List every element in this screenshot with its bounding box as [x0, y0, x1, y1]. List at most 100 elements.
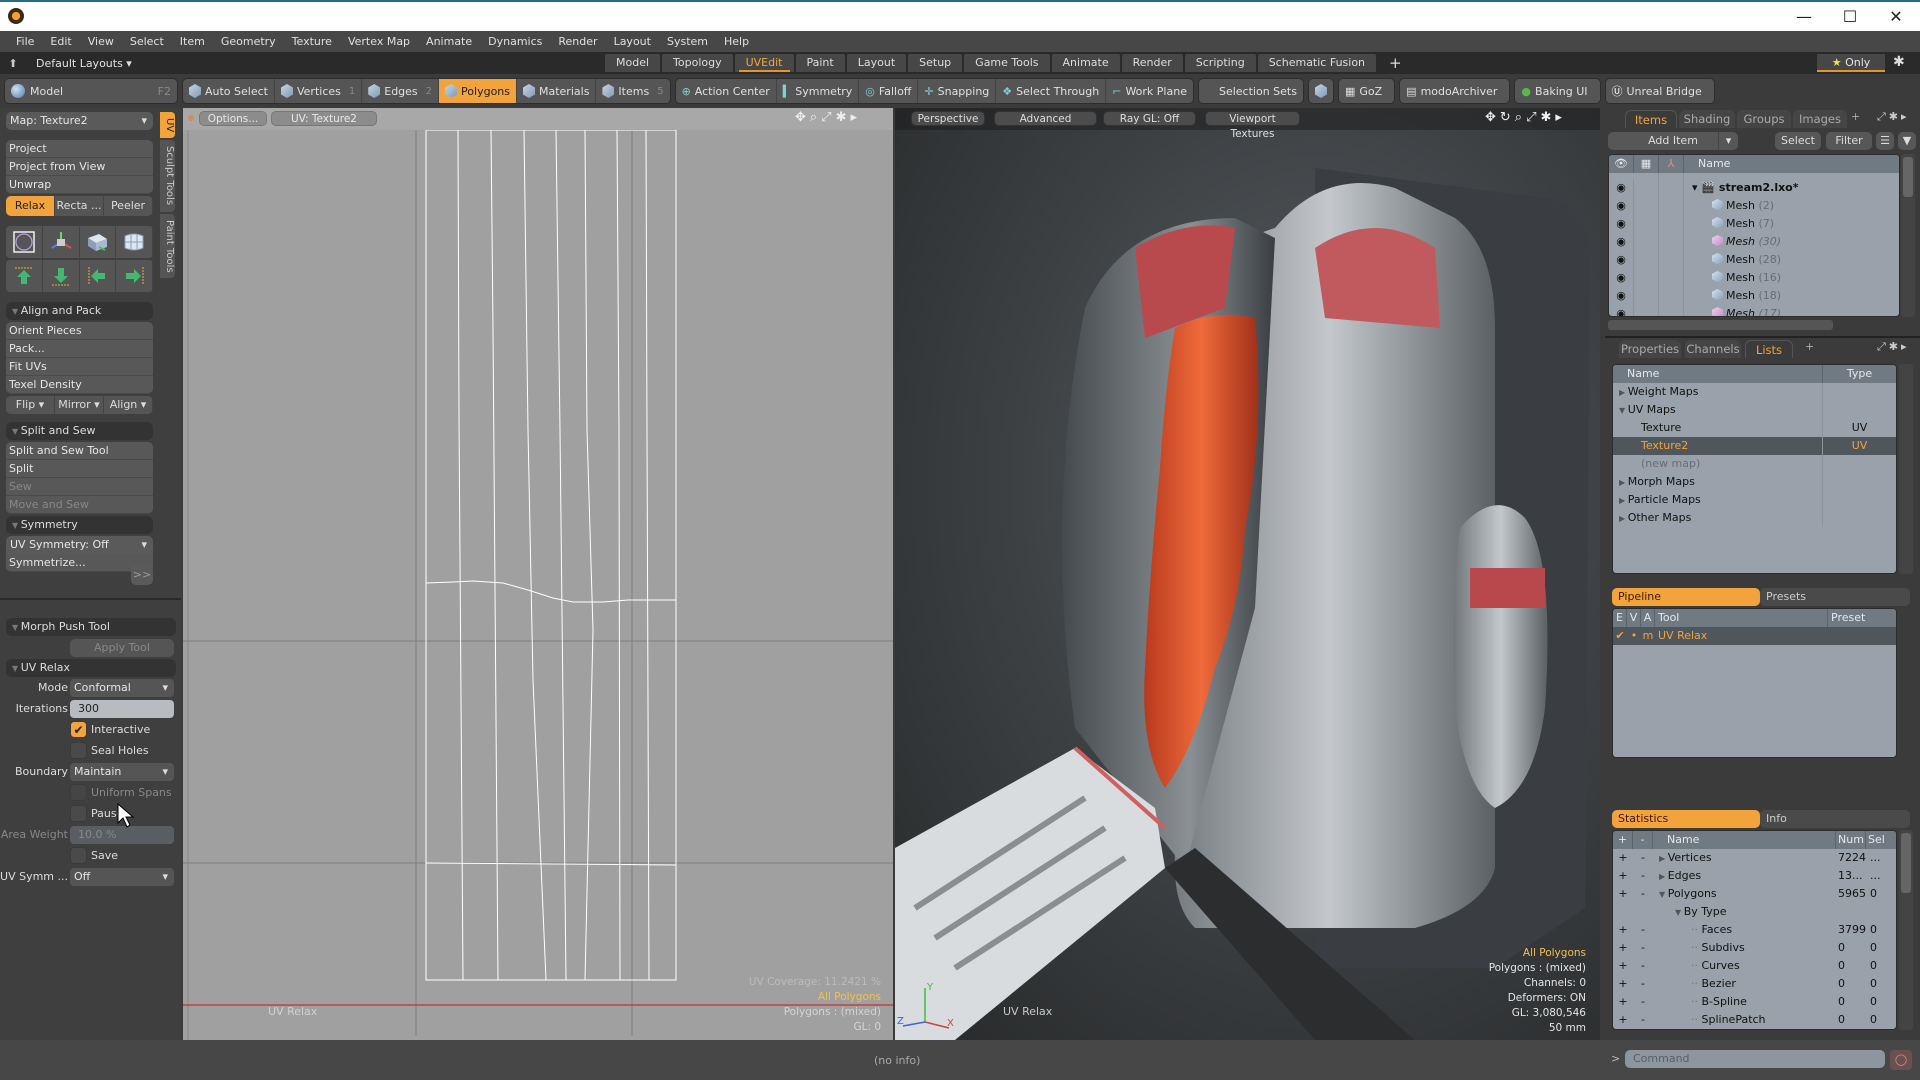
add-to-selection-button[interactable]: + — [1613, 1011, 1633, 1029]
add-layout-tab-button[interactable]: + — [1378, 54, 1413, 72]
uv-unwrap-tool[interactable] — [80, 226, 117, 258]
visibility-eye-icon[interactable]: ◉ — [1609, 305, 1634, 316]
col-tool[interactable]: Tool — [1655, 609, 1828, 627]
add-to-selection-button[interactable]: + — [1613, 993, 1633, 1011]
menu-layout[interactable]: Layout — [606, 35, 659, 48]
vertex-map-row[interactable]: Texture2 UV — [1613, 437, 1896, 455]
command-input[interactable]: Command — [1625, 1050, 1885, 1068]
shader-cube-button[interactable] — [1309, 79, 1333, 103]
action-center-button[interactable]: ⊕ Action Center — [676, 79, 777, 103]
remove-from-selection-button[interactable]: - — [1633, 939, 1653, 957]
collapse-arrow-icon[interactable]: ▼ — [1659, 890, 1668, 899]
vertex-map-row[interactable]: ▶ Particle Maps — [1613, 491, 1896, 509]
expand-arrow-icon[interactable]: ▶ — [1659, 854, 1668, 863]
unwrap-button[interactable]: Unwrap — [6, 176, 153, 194]
tab-lists[interactable]: Lists — [1745, 340, 1793, 358]
layout-tab-scripting[interactable]: Scripting — [1184, 54, 1256, 72]
statistics-row[interactable]: + - ·· SplinePatch 0 0 — [1613, 1011, 1896, 1029]
materials-mode-button[interactable]: Materials — [517, 79, 597, 103]
flip-dropdown[interactable]: Flip ▾ — [6, 396, 55, 414]
viewport-nav-icons[interactable]: ✥⌕⤢✱▸ — [795, 110, 861, 125]
mode-dropdown[interactable]: Conformal — [70, 679, 174, 697]
tab-channels[interactable]: Channels — [1685, 340, 1741, 358]
add-to-selection-button[interactable]: + — [1613, 921, 1633, 939]
vertex-map-row[interactable]: ▶ Morph Maps — [1613, 473, 1896, 491]
statistics-row[interactable]: + - ·· B-Spline 0 0 — [1613, 993, 1896, 1011]
statistics-row[interactable]: + - ▼ Polygons 5965 0 — [1613, 885, 1896, 903]
3d-viewport[interactable]: Y Z X Perspective Advanced Ray GL: Off V… — [895, 108, 1600, 1040]
layout-tab-layout[interactable]: Layout — [846, 54, 907, 72]
tab-images[interactable]: Images — [1793, 110, 1847, 128]
remove-from-selection-button[interactable]: - — [1633, 885, 1653, 903]
apply-tool-button[interactable]: Apply Tool — [70, 639, 174, 657]
col-sel[interactable]: Sel — [1866, 831, 1896, 849]
pause-checkbox[interactable] — [70, 805, 87, 822]
add-to-selection-button[interactable]: + — [1613, 939, 1633, 957]
snapping-button[interactable]: ✛ Snapping — [918, 79, 997, 103]
tab-info[interactable]: Info — [1760, 810, 1910, 828]
items-mode-button[interactable]: Items 5 — [596, 79, 669, 103]
layout-tab-render[interactable]: Render — [1121, 54, 1183, 72]
move-and-sew-button[interactable]: Move and Sew — [6, 496, 153, 514]
remove-from-selection-button[interactable]: - — [1633, 921, 1653, 939]
modoarchiver-button[interactable]: ▤ modoArchiver — [1400, 79, 1509, 103]
name-column-header[interactable]: Name — [1613, 365, 1823, 383]
remove-from-selection-button[interactable]: - — [1633, 867, 1653, 885]
options-button[interactable]: Options... — [199, 111, 267, 126]
texel-density-button[interactable]: Texel Density — [6, 376, 153, 394]
remove-from-selection-button[interactable]: - — [1633, 993, 1653, 1011]
expand-arrow-icon[interactable]: ▶ — [1619, 478, 1628, 487]
vertex-map-row[interactable]: ▼ UV Maps — [1613, 401, 1896, 419]
expand-arrow-icon[interactable]: ▶ — [1619, 388, 1628, 397]
expand-arrow-icon[interactable]: ▶ — [1619, 496, 1628, 505]
mesh-item-row[interactable]: ◉ Mesh (16) — [1609, 263, 1899, 287]
close-button[interactable]: ✕ — [1873, 2, 1919, 31]
tab-shading[interactable]: Shading — [1679, 110, 1735, 128]
baking-ui-button[interactable]: ● Baking UI — [1515, 79, 1599, 103]
layout-tab-paint[interactable]: Paint — [795, 54, 845, 72]
layout-tab-animate[interactable]: Animate — [1051, 54, 1120, 72]
tab-pipeline[interactable]: Pipeline — [1612, 588, 1760, 606]
menu-dynamics[interactable]: Dynamics — [480, 35, 550, 48]
menu-system[interactable]: System — [659, 35, 716, 48]
relax-button[interactable]: Relax — [6, 196, 55, 216]
sculpt-tools-tab[interactable]: Sculpt Tools — [160, 140, 175, 212]
layout-tab-model[interactable]: Model — [605, 54, 661, 72]
iterations-input[interactable]: 300 — [70, 700, 174, 718]
orient-pieces-button[interactable]: Orient Pieces — [6, 322, 153, 340]
axis-column-icon[interactable]: ⅄ — [1659, 155, 1684, 173]
lists-scrollbar[interactable] — [1899, 364, 1913, 574]
statistics-row[interactable]: + - ·· Bezier 0 0 — [1613, 975, 1896, 993]
vertex-map-row[interactable]: ▶ Weight Maps — [1613, 383, 1896, 401]
add-tab-icon[interactable]: + — [1805, 340, 1814, 353]
symmetry-button[interactable]: ▍ Symmetry — [777, 79, 860, 103]
col-name[interactable]: Name — [1653, 831, 1836, 849]
selection-sets-button[interactable]: Selection Sets — [1199, 79, 1303, 103]
layout-tab-schematic-fusion[interactable]: Schematic Fusion — [1257, 54, 1377, 72]
panel-options-icons[interactable]: ⤢✱▸ — [1877, 110, 1910, 124]
mesh-item-row[interactable]: ◉ Mesh (17) — [1609, 299, 1899, 316]
remove-from-selection-button[interactable]: - — [1633, 975, 1653, 993]
col-num[interactable]: Num — [1836, 831, 1866, 849]
align-right-button[interactable] — [116, 260, 153, 292]
seal-holes-checkbox[interactable] — [70, 742, 87, 759]
statistics-row[interactable]: + - ·· Subdivs 0 0 — [1613, 939, 1896, 957]
unreal-bridge-button[interactable]: Ⓤ Unreal Bridge — [1606, 79, 1714, 103]
add-to-selection-button[interactable]: + — [1613, 849, 1633, 867]
tab-properties[interactable]: Properties — [1619, 340, 1681, 358]
mesh-item-row[interactable]: ◉ Mesh (28) — [1609, 245, 1899, 269]
fit-uvs-button[interactable]: Fit UVs — [6, 358, 153, 376]
mesh-item-row[interactable]: ◉ Mesh (18) — [1609, 281, 1899, 305]
mesh-item-row[interactable]: ◉ Mesh (7) — [1609, 209, 1899, 233]
remove-from-selection-button[interactable]: - — [1633, 957, 1653, 975]
split-sew-header[interactable]: Split and Sew — [6, 422, 153, 440]
lock-column-icon[interactable]: ▦ — [1634, 155, 1659, 173]
statistics-row[interactable]: + - ·· Faces 3799 0 — [1613, 921, 1896, 939]
model-mode-button[interactable]: Model F2 — [5, 79, 177, 103]
morph-push-header[interactable]: Morph Push Tool — [6, 618, 176, 636]
remove-from-selection-button[interactable]: - — [1633, 849, 1653, 867]
menu-texture[interactable]: Texture — [284, 35, 340, 48]
name-column-header[interactable]: Name — [1684, 155, 1730, 173]
tab-presets[interactable]: Presets — [1760, 588, 1910, 606]
maximize-button[interactable]: ☐ — [1827, 2, 1873, 31]
